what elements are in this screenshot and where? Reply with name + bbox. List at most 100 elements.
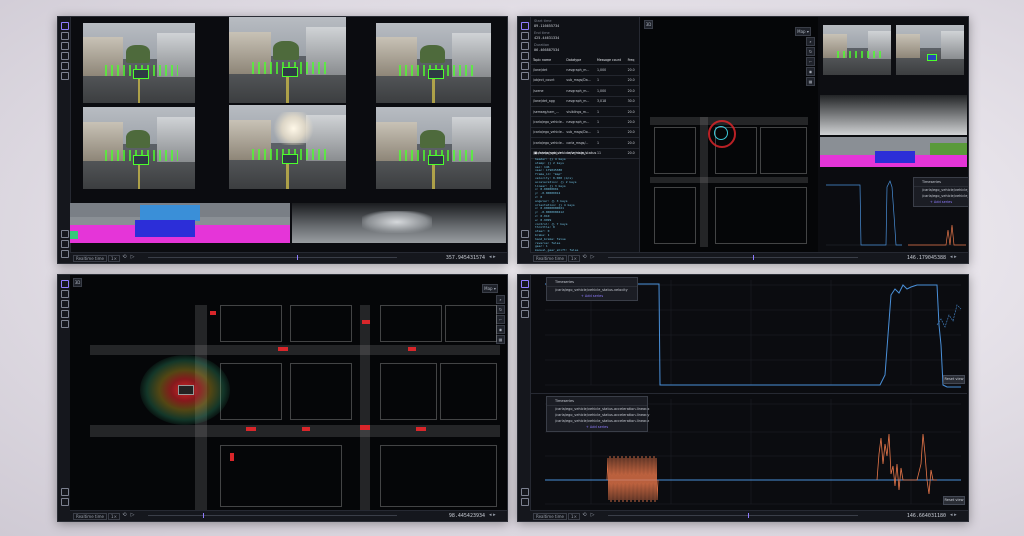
panel-icon[interactable] <box>521 290 529 298</box>
sidebar <box>518 275 531 521</box>
camera-thumb-right <box>896 25 964 75</box>
crop-icon[interactable]: ▦ <box>806 77 815 86</box>
extensions-icon[interactable] <box>521 62 529 70</box>
play-mode-select[interactable]: Realtime time <box>73 513 107 520</box>
settings-icon[interactable] <box>61 72 69 80</box>
camera-thumb-left <box>823 25 891 75</box>
table-row[interactable]: /object_count sub_msgs/Da... 1 20.0 <box>531 76 639 87</box>
view-3d-button[interactable]: 3D <box>644 20 653 29</box>
layout-icon[interactable] <box>61 22 69 30</box>
measure-icon[interactable]: ⌐ <box>806 57 815 66</box>
camera-back-left <box>83 107 195 189</box>
user-icon[interactable] <box>61 240 69 248</box>
loop-icon[interactable]: ⟲ <box>122 255 127 260</box>
speed-select[interactable]: 1× <box>568 513 580 520</box>
measure-icon[interactable]: ⌐ <box>496 315 505 324</box>
loop-icon[interactable]: ⟲ <box>582 513 587 518</box>
add-series-button[interactable]: + Add series <box>914 199 968 206</box>
variables-icon[interactable] <box>61 310 69 318</box>
prefs-icon[interactable] <box>61 250 69 258</box>
user-icon[interactable] <box>521 240 529 248</box>
user-icon[interactable] <box>521 498 529 506</box>
playback-bar: Realtime time 1× ⟲ ▷ 357.945431574 ◂ ▸ <box>70 252 507 263</box>
zoom-icon[interactable]: ⌕ <box>806 37 815 46</box>
help-icon[interactable] <box>61 230 69 238</box>
rotate-icon[interactable]: ↻ <box>806 47 815 56</box>
add-series-button[interactable]: + Add series <box>547 293 637 300</box>
publish-icon[interactable]: ◉ <box>496 325 505 334</box>
depth-view <box>292 203 506 243</box>
follow-select[interactable]: Map ▾ <box>795 27 811 36</box>
add-series-button[interactable]: + Add series <box>547 424 647 431</box>
topics-icon[interactable] <box>521 300 529 308</box>
timeline-slider[interactable] <box>148 255 397 260</box>
play-icon[interactable]: ▷ <box>590 255 595 260</box>
variables-icon[interactable] <box>61 52 69 60</box>
panel-icon[interactable] <box>521 32 529 40</box>
rotate-icon[interactable]: ↻ <box>496 305 505 314</box>
help-icon[interactable] <box>521 230 529 238</box>
panel-icon[interactable] <box>61 290 69 298</box>
crop-icon[interactable]: ▦ <box>496 335 505 344</box>
zoom-icon[interactable]: ⌕ <box>496 295 505 304</box>
accel-mini-plot: Timeseries /carla/ego_vehicle/vehicle_st… <box>906 175 968 253</box>
topics-icon[interactable] <box>61 300 69 308</box>
step-controls[interactable]: ◂ ▸ <box>489 513 503 518</box>
playback-bar: Realtime time 1× ⟲ ▷ 98.445423934 ◂ ▸ <box>70 510 507 521</box>
table-row[interactable]: /carla/ego_vehicle... navgraph_m... 1 20.0 <box>531 117 639 128</box>
variables-icon[interactable] <box>521 310 529 318</box>
view-3d-button[interactable]: 3D <box>73 278 82 287</box>
table-row[interactable]: /lane/det navgraph_m... 1,000 20.0 <box>531 65 639 76</box>
table-row[interactable]: /lane/det_agg navgraph_m... 3,018 30.0 <box>531 97 639 107</box>
step-controls[interactable]: ◂ ▸ <box>489 255 503 260</box>
reset-view-button[interactable]: Reset view <box>943 496 965 505</box>
settings-icon[interactable] <box>521 72 529 80</box>
help-icon[interactable] <box>61 488 69 496</box>
play-icon[interactable]: ▷ <box>130 255 135 260</box>
table-row[interactable]: /carla/ego_vehicle... carla_msgs/... 1 20.0 <box>531 138 639 149</box>
speed-select[interactable]: 1× <box>108 255 120 262</box>
table-row[interactable]: /scene navgraph_m... 1,000 20.0 <box>531 86 639 97</box>
speed-select[interactable]: 1× <box>108 513 120 520</box>
play-icon[interactable]: ▷ <box>130 513 135 518</box>
play-icon[interactable]: ▷ <box>590 513 595 518</box>
step-controls[interactable]: ◂ ▸ <box>950 513 964 518</box>
window-plots: Timeseries /carla/ego_vehicle/vehicle_st… <box>517 274 969 522</box>
panel-icon[interactable] <box>61 32 69 40</box>
follow-select[interactable]: Map ▾ <box>482 284 498 293</box>
play-mode-select[interactable]: Realtime time <box>533 255 567 262</box>
current-timestamp: 98.445423934 <box>448 513 485 519</box>
table-row[interactable]: /semseg/cam_... visibilngs_m... 1 20.0 <box>531 107 639 118</box>
reset-view-button[interactable]: Reset view <box>943 375 965 384</box>
legend-popup-bottom: Timeseries /carla/ego_vehicle/vehicle_st… <box>546 396 649 432</box>
loop-icon[interactable]: ⟲ <box>582 255 587 260</box>
help-icon[interactable] <box>521 488 529 496</box>
publish-icon[interactable]: ◉ <box>806 67 815 76</box>
user-icon[interactable] <box>61 498 69 506</box>
layout-icon[interactable] <box>521 22 529 30</box>
play-mode-select[interactable]: Realtime time <box>533 513 567 520</box>
play-mode-select[interactable]: Realtime time <box>73 255 107 262</box>
topics-icon[interactable] <box>61 42 69 50</box>
timeline-slider[interactable] <box>608 255 858 260</box>
current-timestamp: 146.664031180 <box>906 513 946 519</box>
speed-select[interactable]: 1× <box>568 255 580 262</box>
layout-icon[interactable] <box>61 280 69 288</box>
lidar-3d-panel: 3D Map ▾ ⌕ ↻ ⌐ ◉ ▦ <box>640 17 818 253</box>
layout-icon[interactable] <box>521 280 529 288</box>
camera-thumbnails <box>820 17 967 95</box>
variables-icon[interactable] <box>521 52 529 60</box>
extensions-icon[interactable] <box>61 62 69 70</box>
raw-message-header[interactable]: ▣ /carla/ego_vehicle/vehicle_status <box>534 150 636 156</box>
topics-icon[interactable] <box>521 42 529 50</box>
acceleration-plot: Timeseries /carla/ego_vehicle/vehicle_st… <box>531 393 967 512</box>
camera-back-right <box>376 107 491 189</box>
window-lidar-3d: 3D Map ▾ ⌕ ↻ ⌐ ◉ ▦ Realtime time 1× ⟲ ▷ … <box>57 274 508 522</box>
extensions-icon[interactable] <box>61 320 69 328</box>
table-row[interactable]: /carla/ego_vehicle... sub_msgs/Do... 1 20.0 <box>531 128 639 139</box>
loop-icon[interactable]: ⟲ <box>122 513 127 518</box>
timeline-slider[interactable] <box>148 513 397 518</box>
timeline-slider[interactable] <box>608 513 858 518</box>
table-header: Topic name Datatype Message count Freq <box>531 55 639 66</box>
step-controls[interactable]: ◂ ▸ <box>950 255 964 260</box>
